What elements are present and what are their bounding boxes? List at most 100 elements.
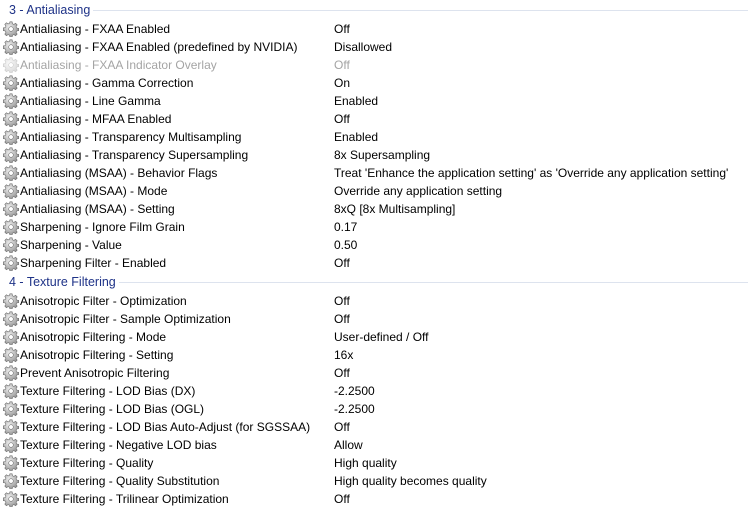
- setting-row[interactable]: Antialiasing (MSAA) - Behavior Flags Trea…: [0, 164, 748, 182]
- setting-value[interactable]: Enabled: [334, 92, 378, 110]
- setting-name: Antialiasing - FXAA Enabled (predefined …: [20, 40, 298, 54]
- gear-icon: [3, 437, 19, 453]
- setting-row[interactable]: Texture Filtering - Trilinear Optimizati…: [0, 490, 748, 508]
- setting-value[interactable]: High quality: [334, 454, 397, 472]
- setting-value[interactable]: Disallowed: [334, 38, 392, 56]
- setting-name: Texture Filtering - Trilinear Optimizati…: [20, 492, 229, 506]
- gear-icon: [3, 129, 19, 145]
- setting-row[interactable]: Sharpening Filter - Enabled Off: [0, 254, 748, 272]
- group-header-3-antialiasing[interactable]: 3 - Antialiasing: [0, 0, 748, 20]
- setting-row[interactable]: Antialiasing - FXAA Enabled Off: [0, 20, 748, 38]
- gear-icon: [3, 401, 19, 417]
- setting-name: Texture Filtering - Quality: [20, 456, 154, 470]
- setting-value[interactable]: 0.50: [334, 236, 357, 254]
- setting-value[interactable]: Off: [334, 490, 350, 508]
- setting-value[interactable]: 8xQ [8x Multisampling]: [334, 200, 455, 218]
- setting-row: Antialiasing - FXAA Indicator Overlay Off: [0, 56, 748, 74]
- setting-row[interactable]: Texture Filtering - Negative LOD bias All…: [0, 436, 748, 454]
- gear-icon: [3, 293, 19, 309]
- setting-value[interactable]: Off: [334, 364, 350, 382]
- setting-row[interactable]: Anisotropic Filter - Sample Optimization…: [0, 310, 748, 328]
- setting-value[interactable]: Override any application setting: [334, 182, 502, 200]
- setting-row[interactable]: Antialiasing (MSAA) - Setting 8xQ [8x Mul…: [0, 200, 748, 218]
- setting-name: Antialiasing - FXAA Indicator Overlay: [20, 58, 217, 72]
- setting-value[interactable]: Enabled: [334, 128, 378, 146]
- setting-value[interactable]: 8x Supersampling: [334, 146, 430, 164]
- gear-icon: [3, 365, 19, 381]
- setting-name: Texture Filtering - LOD Bias (OGL): [20, 402, 205, 416]
- setting-row[interactable]: Prevent Anisotropic Filtering Off: [0, 364, 748, 382]
- gear-icon: [3, 491, 19, 507]
- gear-icon: [3, 57, 19, 73]
- setting-value[interactable]: On: [334, 74, 350, 92]
- setting-value[interactable]: Off: [334, 254, 350, 272]
- setting-row[interactable]: Anisotropic Filtering - Mode User-defined…: [0, 328, 748, 346]
- setting-value[interactable]: Off: [334, 418, 350, 436]
- setting-value: Off: [334, 58, 350, 72]
- setting-value[interactable]: High quality becomes quality: [334, 472, 487, 490]
- setting-row[interactable]: Antialiasing - Transparency Supersamplin…: [0, 146, 748, 164]
- setting-value[interactable]: Off: [334, 310, 350, 328]
- setting-name: Antialiasing - Transparency Supersamplin…: [20, 148, 249, 162]
- setting-name: Anisotropic Filtering - Setting: [20, 348, 174, 362]
- group-title: 4 - Texture Filtering: [9, 274, 119, 290]
- setting-value[interactable]: Allow: [334, 436, 363, 454]
- gear-icon: [3, 419, 19, 435]
- gear-icon: [3, 473, 19, 489]
- setting-row[interactable]: Antialiasing (MSAA) - Mode Override any a…: [0, 182, 748, 200]
- setting-name: Antialiasing - Gamma Correction: [20, 76, 194, 90]
- gear-icon: [3, 21, 19, 37]
- gear-icon: [3, 201, 19, 217]
- gear-icon: [3, 255, 19, 271]
- setting-row[interactable]: Texture Filtering - LOD Bias (DX) -2.2500: [0, 382, 748, 400]
- setting-name: Texture Filtering - LOD Bias Auto-Adjust…: [20, 420, 311, 434]
- setting-row[interactable]: Anisotropic Filtering - Setting 16x: [0, 346, 748, 364]
- setting-name: Antialiasing - Transparency Multisamplin…: [20, 130, 242, 144]
- setting-value[interactable]: -2.2500: [334, 400, 375, 418]
- gear-icon: [3, 75, 19, 91]
- settings-list: 3 - Antialiasing Antialiasing - FXAA Enab…: [0, 0, 748, 508]
- setting-name: Sharpening - Ignore Film Grain: [20, 220, 185, 234]
- setting-name: Anisotropic Filtering - Mode: [20, 330, 167, 344]
- setting-row[interactable]: Texture Filtering - LOD Bias Auto-Adjust…: [0, 418, 748, 436]
- setting-value[interactable]: -2.2500: [334, 382, 375, 400]
- setting-row[interactable]: Antialiasing - MFAA Enabled Off: [0, 110, 748, 128]
- setting-name: Antialiasing - MFAA Enabled: [20, 112, 172, 126]
- setting-row[interactable]: Antialiasing - Transparency Multisamplin…: [0, 128, 748, 146]
- setting-row[interactable]: Texture Filtering - Quality Substitution…: [0, 472, 748, 490]
- setting-row[interactable]: Anisotropic Filter - Optimization Off: [0, 292, 748, 310]
- setting-row[interactable]: Texture Filtering - LOD Bias (OGL) -2.250…: [0, 400, 748, 418]
- setting-value[interactable]: Off: [334, 292, 350, 310]
- gear-icon: [3, 383, 19, 399]
- setting-row[interactable]: Antialiasing - FXAA Enabled (predefined …: [0, 38, 748, 56]
- setting-value[interactable]: 0.17: [334, 218, 357, 236]
- setting-value[interactable]: User-defined / Off: [334, 328, 429, 346]
- group-divider: [9, 282, 748, 283]
- setting-row[interactable]: Antialiasing - Gamma Correction On: [0, 74, 748, 92]
- group-divider: [9, 10, 748, 11]
- setting-name: Texture Filtering - Negative LOD bias: [20, 438, 217, 452]
- setting-row[interactable]: Sharpening - Ignore Film Grain 0.17: [0, 218, 748, 236]
- setting-row[interactable]: Antialiasing - Line Gamma Enabled: [0, 92, 748, 110]
- setting-name: Antialiasing (MSAA) - Mode: [20, 184, 168, 198]
- setting-value[interactable]: Treat 'Enhance the application setting' …: [334, 164, 728, 182]
- gear-icon: [3, 455, 19, 471]
- group-title: 3 - Antialiasing: [9, 2, 94, 18]
- setting-name: Anisotropic Filter - Optimization: [20, 294, 187, 308]
- gear-icon: [3, 147, 19, 163]
- setting-row[interactable]: Texture Filtering - Quality High quality: [0, 454, 748, 472]
- setting-value[interactable]: Off: [334, 20, 350, 38]
- setting-value[interactable]: Off: [334, 110, 350, 128]
- setting-name: Antialiasing - Line Gamma: [20, 94, 161, 108]
- setting-name: Prevent Anisotropic Filtering: [20, 366, 170, 380]
- setting-name: Antialiasing - FXAA Enabled: [20, 22, 171, 36]
- setting-name: Antialiasing (MSAA) - Setting: [20, 202, 175, 216]
- gear-icon: [3, 183, 19, 199]
- setting-name: Texture Filtering - LOD Bias (DX): [20, 384, 196, 398]
- setting-name: Sharpening - Value: [20, 238, 122, 252]
- group-header-4-texture-filtering[interactable]: 4 - Texture Filtering: [0, 272, 748, 292]
- gear-icon: [3, 219, 19, 235]
- setting-row[interactable]: Sharpening - Value 0.50: [0, 236, 748, 254]
- gear-icon: [3, 329, 19, 345]
- setting-value[interactable]: 16x: [334, 346, 353, 364]
